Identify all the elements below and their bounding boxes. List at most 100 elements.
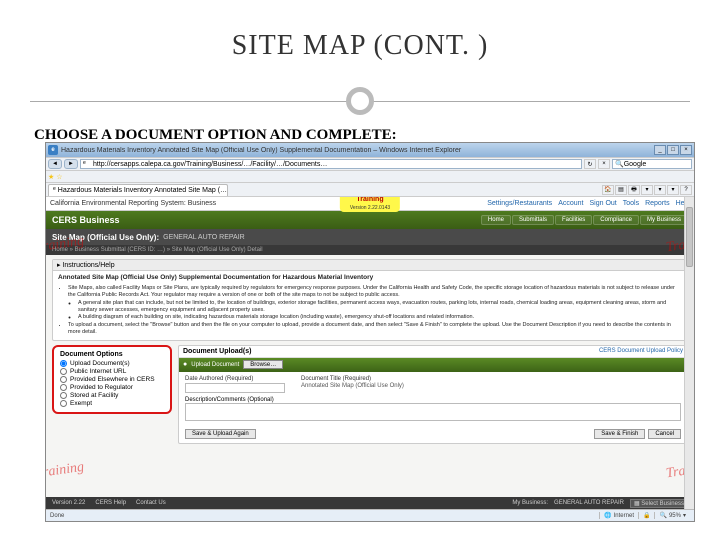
favorites-toolbar: ★ ☆ [46, 171, 694, 183]
ie-icon: e [48, 145, 58, 155]
instruction-bullet: Site Maps, also called Facility Maps or … [68, 285, 682, 300]
app-title: California Environmental Reporting Syste… [50, 200, 216, 207]
upload-title: Document Upload(s) [183, 348, 251, 355]
title-label: Document Title (Required) [301, 376, 681, 382]
search-placeholder: Google [624, 161, 647, 168]
upload-policy-link[interactable]: CERS Document Upload Policy [599, 348, 683, 354]
footer-mybusiness-label: My Business: [512, 500, 548, 506]
help-button[interactable]: ? [680, 185, 692, 195]
vertical-scrollbar[interactable] [684, 197, 694, 509]
instructions-panel: ▸ Instructions/Help Annotated Site Map (… [52, 259, 688, 341]
opt-exempt[interactable] [60, 400, 67, 407]
instructions-title: Annotated Site Map (Official Use Only) S… [58, 274, 682, 283]
desc-label: Description/Comments (Optional) [185, 397, 274, 403]
desc-textarea[interactable] [185, 403, 681, 421]
page-heading: Site Map (Official Use Only): [52, 233, 159, 242]
favorites-star-icon[interactable]: ★ [48, 173, 54, 181]
forward-button[interactable]: ► [64, 159, 78, 169]
window-titlebar: e Hazardous Materials Inventory Annotate… [46, 143, 694, 157]
window-maximize-button[interactable]: □ [667, 145, 679, 155]
breadcrumb: Home » Business Submittal (CERS ID: …) »… [46, 245, 694, 255]
page-icon: e [83, 160, 91, 168]
link-signout[interactable]: Sign Out [589, 200, 616, 207]
footer-mybusiness-value: GENERAL AUTO REPAIR [554, 500, 624, 506]
home-button[interactable]: 🏠 [602, 185, 614, 195]
safety-menu[interactable]: ▾ [654, 185, 666, 195]
page-content: Training Training Training Training Trai… [46, 197, 694, 509]
status-zoom[interactable]: 🔍 95% ▾ [654, 512, 690, 519]
window-close-button[interactable]: × [680, 145, 692, 155]
window-title: Hazardous Materials Inventory Annotated … [61, 147, 654, 154]
nav-compliance[interactable]: Compliance [593, 215, 639, 225]
status-protected: 🔒 [638, 512, 654, 519]
window-minimize-button[interactable]: _ [654, 145, 666, 155]
browse-button[interactable]: Browse… [243, 360, 283, 369]
add-favorites-icon[interactable]: ☆ [56, 173, 62, 181]
url-text: http://cersapps.calepa.ca.gov/Training/B… [93, 161, 327, 168]
feed-button[interactable]: ▤ [615, 185, 627, 195]
opt-stored-facility[interactable] [60, 392, 67, 399]
app-logo[interactable]: CERS Business [52, 215, 120, 225]
app-footer: Version 2.22 CERS Help Contact Us My Bus… [46, 497, 694, 509]
status-zone[interactable]: 🌐 Internet [599, 512, 638, 519]
instruction-bullet: To upload a document, select the "Browse… [68, 322, 682, 337]
instructions-header[interactable]: ▸ Instructions/Help [53, 260, 687, 271]
browser-search-input[interactable]: 🔍 Google [612, 159, 692, 169]
footer-version: Version 2.22 [52, 500, 85, 506]
page-heading-facility: GENERAL AUTO REPAIR [163, 234, 245, 241]
nav-home[interactable]: Home [481, 215, 511, 225]
title-value: Annotated Site Map (Official Use Only) [301, 383, 681, 389]
browser-status-bar: Done 🌐 Internet 🔒 🔍 95% ▾ [46, 509, 694, 521]
opt-label: Public Internet URL [70, 368, 126, 375]
stop-button[interactable]: × [598, 159, 610, 169]
page-menu[interactable]: ▾ [641, 185, 653, 195]
opt-to-regulator[interactable] [60, 384, 67, 391]
opt-label: Upload Document(s) [70, 360, 130, 367]
link-tools[interactable]: Tools [623, 200, 639, 207]
select-business-button[interactable]: ▦ Select Business [630, 499, 688, 508]
nav-mybusiness[interactable]: My Business [640, 215, 688, 225]
link-account[interactable]: Account [558, 200, 583, 207]
opt-label: Provided to Regulator [70, 384, 133, 391]
save-upload-again-button[interactable]: Save & Upload Again [185, 429, 256, 439]
tab-row: e Hazardous Materials Inventory Annotate… [46, 183, 694, 197]
status-done: Done [50, 513, 68, 519]
training-watermark: Training [46, 460, 85, 483]
footer-help-link[interactable]: CERS Help [95, 500, 126, 506]
document-options-panel: Document Options Upload Document(s) Publ… [52, 345, 172, 414]
save-finish-button[interactable]: Save & Finish [594, 429, 645, 439]
back-button[interactable]: ◄ [48, 159, 62, 169]
tools-menu[interactable]: ▾ [667, 185, 679, 195]
divider [30, 87, 690, 117]
url-input[interactable]: e http://cersapps.calepa.ca.gov/Training… [80, 159, 582, 169]
browser-window: e Hazardous Materials Inventory Annotate… [45, 142, 695, 522]
opt-label: Provided Elsewhere in CERS [70, 376, 155, 383]
opt-label: Exempt [70, 400, 92, 407]
link-settings[interactable]: Settings/Restaurants [487, 200, 552, 207]
banner-links: Settings/Restaurants Account Sign Out To… [487, 200, 690, 207]
print-button[interactable]: 🖶 [628, 185, 640, 195]
primary-nav: CERS Business Home Submittals Facilities… [46, 211, 694, 229]
cancel-button[interactable]: Cancel [648, 429, 681, 439]
address-bar-row: ◄ ► e http://cersapps.calepa.ca.gov/Trai… [46, 157, 694, 171]
opt-public-url[interactable] [60, 368, 67, 375]
tab-title: Hazardous Materials Inventory Annotated … [58, 187, 227, 194]
upload-bar: ● Upload Document Browse… [179, 358, 687, 372]
document-options-title: Document Options [60, 351, 164, 358]
nav-submittals[interactable]: Submittals [512, 215, 554, 225]
date-input[interactable] [185, 383, 285, 393]
training-badge: Training Version 2.22.0143 [340, 197, 400, 212]
instruction-bullet: A building diagram of each building on s… [78, 314, 682, 321]
opt-upload-documents[interactable] [60, 360, 67, 367]
date-label: Date Authored (Required) [185, 376, 285, 382]
link-reports[interactable]: Reports [645, 200, 670, 207]
tab-favicon: e [53, 186, 56, 194]
nav-facilities[interactable]: Facilities [555, 215, 592, 225]
opt-elsewhere-cers[interactable] [60, 376, 67, 383]
refresh-button[interactable]: ↻ [584, 159, 596, 169]
browser-tab[interactable]: e Hazardous Materials Inventory Annotate… [48, 184, 228, 196]
footer-contact-link[interactable]: Contact Us [136, 500, 166, 506]
upload-panel: Document Upload(s) CERS Document Upload … [178, 345, 688, 444]
search-icon: 🔍 [615, 160, 624, 168]
instruction-bullet: A general site plan that can include, bu… [78, 300, 682, 315]
